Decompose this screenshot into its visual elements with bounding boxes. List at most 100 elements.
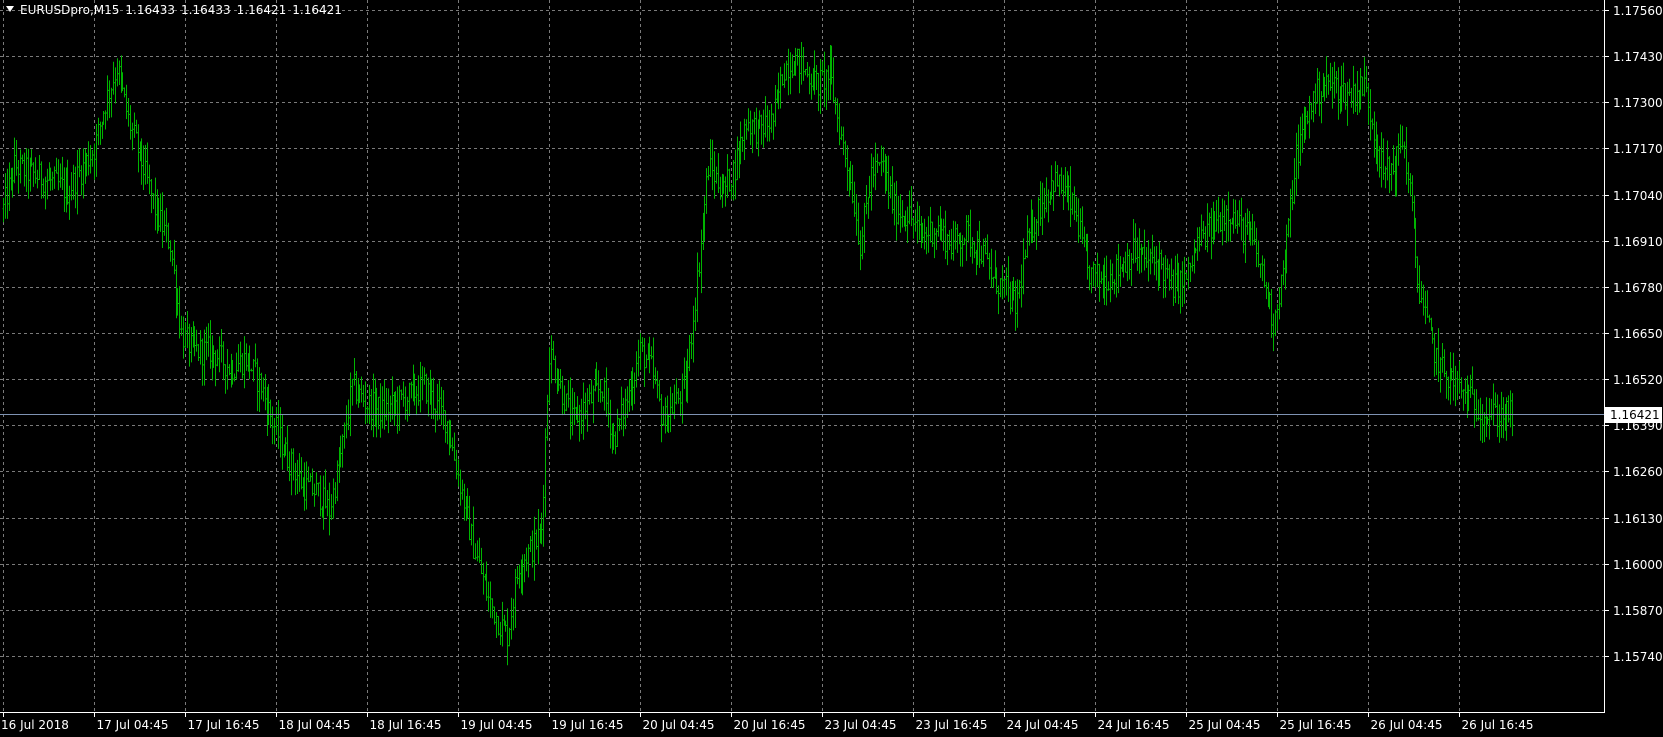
ohlc-bar bbox=[698, 262, 701, 277]
ohlc-bar bbox=[1327, 74, 1330, 95]
ohlc-bar bbox=[38, 155, 41, 180]
ohlc-bar bbox=[106, 75, 109, 121]
ohlc-bar bbox=[442, 390, 445, 430]
dropdown-triangle-icon[interactable] bbox=[6, 6, 14, 12]
ohlc-bar bbox=[1272, 313, 1275, 352]
ohlc-bar bbox=[523, 553, 526, 583]
ohlc-bar bbox=[116, 58, 119, 87]
ohlc-bar bbox=[980, 245, 983, 265]
ohlc-bar bbox=[402, 381, 405, 407]
ohlc-bar bbox=[946, 233, 949, 266]
ohlc-bar bbox=[222, 341, 225, 381]
ohlc-bar bbox=[457, 459, 460, 487]
ohlc-bar bbox=[654, 367, 657, 385]
ohlc-bar bbox=[937, 215, 940, 237]
ohlc-bar bbox=[171, 250, 174, 267]
ohlc-bar bbox=[453, 432, 456, 461]
ohlc-bar bbox=[810, 73, 813, 100]
time-tick-label: 19 Jul 16:45 bbox=[551, 718, 624, 732]
ohlc-bar bbox=[1047, 189, 1050, 223]
ohlc-bar bbox=[499, 621, 502, 646]
ohlc-bar bbox=[1344, 83, 1347, 110]
ohlc-bar bbox=[935, 228, 938, 250]
ohlc-bar bbox=[165, 207, 168, 243]
ohlc-bar bbox=[68, 185, 71, 220]
price-tick-label: 1.17170 bbox=[1613, 141, 1663, 156]
ohlc-bar bbox=[118, 60, 121, 85]
ohlc-bar bbox=[233, 373, 236, 382]
ohlc-bar bbox=[438, 380, 441, 420]
ohlc-bar bbox=[150, 178, 153, 214]
ohlc-bar bbox=[250, 368, 253, 372]
chart-canvas[interactable] bbox=[0, 0, 1663, 737]
ohlc-bar bbox=[400, 389, 403, 401]
ohlc-bar bbox=[25, 148, 28, 192]
ohlc-bar bbox=[1369, 89, 1372, 141]
ohlc-bar bbox=[823, 51, 826, 108]
ohlc-bar bbox=[533, 516, 536, 581]
ohlc-bar bbox=[368, 384, 371, 425]
ohlc-bar bbox=[108, 80, 111, 119]
ohlc-bar bbox=[933, 227, 936, 259]
ohlc-bar bbox=[622, 397, 625, 437]
ohlc-bar bbox=[1001, 265, 1004, 300]
ohlc-bar bbox=[315, 472, 318, 496]
chart-window[interactable]: EURUSDpro,M15 1.16433 1.16433 1.16421 1.1642… bbox=[0, 0, 1663, 737]
ohlc-bar bbox=[112, 61, 115, 95]
ohlc-bar bbox=[895, 180, 898, 241]
ohlc-bar bbox=[351, 378, 354, 406]
ohlc-bar bbox=[1462, 389, 1465, 411]
ohlc-bar bbox=[1016, 279, 1019, 328]
ohlc-bar bbox=[872, 157, 875, 188]
ohlc-bar bbox=[493, 606, 496, 625]
ohlc-bar bbox=[863, 202, 866, 253]
ohlc-bar bbox=[707, 165, 710, 181]
ohlc-bar bbox=[1409, 173, 1412, 197]
ohlc-bar bbox=[421, 366, 424, 401]
ohlc-bar bbox=[129, 105, 132, 140]
ohlc-bar bbox=[1418, 265, 1421, 305]
ohlc-bar bbox=[292, 448, 295, 481]
ohlc-bar bbox=[322, 475, 325, 530]
ohlc-bar bbox=[123, 87, 126, 98]
ohlc-bar bbox=[1007, 256, 1010, 302]
ohlc-bar bbox=[1477, 399, 1480, 421]
ohlc-bar bbox=[567, 380, 570, 408]
ohlc-bar bbox=[916, 201, 919, 244]
ohlc-bar bbox=[451, 437, 454, 452]
ohlc-bar bbox=[1399, 124, 1402, 154]
ohlc-bar bbox=[514, 569, 517, 629]
ohlc-bar bbox=[1496, 394, 1499, 437]
ohlc-bar bbox=[459, 469, 462, 506]
ohlc-bar bbox=[1388, 156, 1391, 194]
ohlc-bar bbox=[360, 376, 363, 403]
ohlc-bar bbox=[1348, 78, 1351, 96]
ohlc-bar bbox=[214, 350, 217, 387]
ohlc-bar bbox=[1329, 62, 1332, 91]
ohlc-bar bbox=[480, 547, 483, 575]
ohlc-bar bbox=[906, 206, 909, 244]
ohlc-bar bbox=[910, 185, 913, 227]
ohlc-bar bbox=[408, 382, 411, 416]
ohlc-bar bbox=[726, 154, 729, 198]
ohlc-bar bbox=[662, 406, 665, 426]
ohlc-bar bbox=[804, 69, 807, 76]
ohlc-bar bbox=[730, 183, 733, 200]
ohlc-bar bbox=[328, 482, 331, 536]
ohlc-bar bbox=[548, 347, 551, 404]
ohlc-bar bbox=[1115, 254, 1118, 298]
ohlc-bar bbox=[808, 66, 811, 95]
ohlc-bar bbox=[133, 112, 136, 138]
ohlc-bar bbox=[1109, 259, 1112, 303]
ohlc-bar bbox=[592, 385, 595, 424]
ohlc-bar bbox=[677, 388, 680, 404]
price-tick-label: 1.16650 bbox=[1613, 326, 1663, 341]
ohlc-bar bbox=[838, 103, 841, 146]
ohlc-bar bbox=[218, 336, 221, 373]
ohlc-bar bbox=[1035, 218, 1038, 250]
ohlc-bar bbox=[313, 483, 316, 507]
ohlc-bar bbox=[626, 386, 629, 418]
ohlc-bar bbox=[624, 388, 627, 430]
ohlc-bar bbox=[1280, 274, 1283, 308]
ohlc-bar bbox=[1238, 200, 1241, 227]
